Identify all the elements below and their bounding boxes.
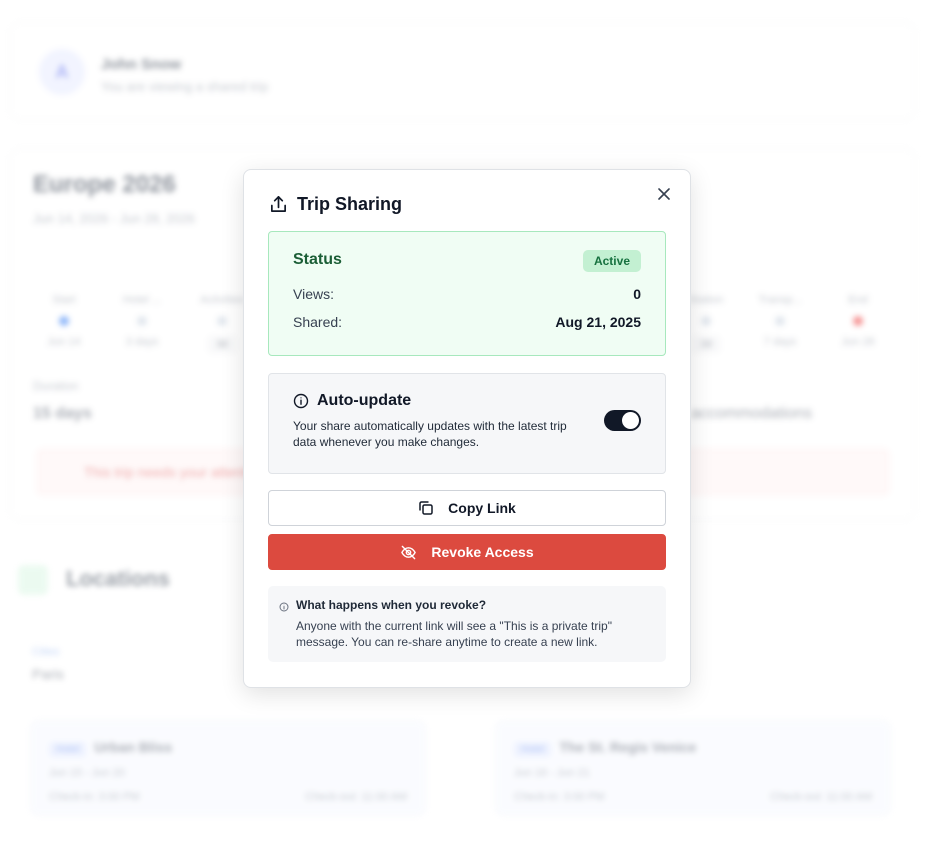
stay-checkout: Check-out: 11:00 AM bbox=[770, 791, 872, 803]
avatar: A bbox=[39, 49, 85, 95]
timeline-item: Start Jun 14 bbox=[29, 294, 99, 348]
auto-update-description: Your share automatically updates with th… bbox=[293, 419, 567, 449]
trip-sharing-modal: Trip Sharing Status Active Views: 0 Shar… bbox=[243, 169, 691, 688]
user-subtitle: You are viewing a shared trip bbox=[101, 79, 269, 94]
timeline-dot bbox=[701, 316, 711, 326]
revoke-info-panel: What happens when you revoke? Anyone wit… bbox=[268, 586, 666, 662]
modal-title: Trip Sharing bbox=[297, 194, 403, 214]
user-name: John Snow bbox=[101, 56, 181, 73]
revoke-access-button[interactable]: Revoke Access bbox=[268, 534, 666, 570]
views-value: 0 bbox=[633, 286, 641, 302]
stay-checkin: Check-in: 3:00 PM bbox=[514, 791, 605, 803]
timeline-dot bbox=[137, 316, 147, 326]
timeline-label: Transp... bbox=[758, 294, 802, 306]
timeline-sub: Jun 28 bbox=[841, 336, 875, 348]
auto-update-title: Auto-update bbox=[317, 392, 412, 409]
stay-card: Hotel Urban Bliss Jun 15 - Jun 20 Check-i… bbox=[30, 720, 426, 816]
status-badge: Active bbox=[582, 250, 641, 272]
locations-title: Locations bbox=[66, 566, 170, 591]
user-card: A John Snow You are viewing a shared tri… bbox=[10, 22, 915, 120]
revoke-info-title: What happens when you revoke? bbox=[296, 598, 487, 612]
stay-checkout: Check-out: 11:00 AM bbox=[305, 791, 407, 803]
timeline-item: Hotel ... 3 days bbox=[107, 294, 177, 348]
trip-dates: Jun 14, 2026 - Jun 28, 2026 bbox=[33, 211, 195, 226]
modal-header: Trip Sharing bbox=[269, 194, 402, 215]
copy-link-label: Copy Link bbox=[448, 500, 516, 516]
timeline-sub: 2d bbox=[692, 336, 720, 353]
timeline-dot bbox=[853, 316, 863, 326]
timeline-item: Transp... 7 days bbox=[745, 294, 815, 348]
city-label: Cities bbox=[32, 646, 60, 658]
shared-label: Shared: bbox=[293, 314, 343, 330]
timeline-sub: 7 days bbox=[763, 336, 797, 348]
timeline-sub: 3 days bbox=[125, 336, 159, 348]
shared-value: Aug 21, 2025 bbox=[555, 314, 641, 330]
stay-name: The St. Regis Venice bbox=[559, 739, 697, 755]
map-pin-icon bbox=[18, 565, 48, 595]
share-icon bbox=[270, 196, 287, 213]
eye-off-icon bbox=[401, 545, 417, 559]
stay-card: Hotel The St. Regis Venice Jun 16 - Jun 2… bbox=[495, 720, 891, 816]
close-button[interactable] bbox=[656, 186, 672, 202]
accommodations-text: accommodations bbox=[691, 405, 812, 422]
auto-update-toggle[interactable] bbox=[604, 410, 641, 431]
timeline-label: Start bbox=[52, 294, 76, 306]
auto-update-panel: Auto-update Your share automatically upd… bbox=[268, 373, 666, 474]
trip-title: Europe 2026 bbox=[33, 171, 176, 198]
status-panel: Status Active Views: 0 Shared: Aug 21, 2… bbox=[268, 231, 666, 356]
stay-tag: Hotel bbox=[514, 742, 552, 757]
revoke-access-label: Revoke Access bbox=[431, 544, 534, 560]
timeline-label: Hotel ... bbox=[123, 294, 161, 306]
copy-link-button[interactable]: Copy Link bbox=[268, 490, 666, 526]
stay-dates: Jun 15 - Jun 20 bbox=[49, 767, 125, 779]
stay-name: Urban Bliss bbox=[94, 739, 173, 755]
info-icon bbox=[279, 602, 289, 612]
toggle-knob bbox=[622, 412, 639, 429]
timeline-dot bbox=[217, 316, 227, 326]
city-name: Paris bbox=[32, 666, 64, 682]
status-title: Status bbox=[293, 251, 342, 268]
stay-tag: Hotel bbox=[49, 742, 87, 757]
revoke-info-text: Anyone with the current link will see a … bbox=[296, 619, 612, 649]
timeline-dot bbox=[775, 316, 785, 326]
info-icon bbox=[293, 393, 309, 409]
timeline-dot bbox=[59, 316, 69, 326]
views-label: Views: bbox=[293, 286, 334, 302]
shared-row: Shared: Aug 21, 2025 bbox=[293, 314, 641, 330]
timeline-sub: 3d bbox=[208, 336, 236, 353]
stay-checkin: Check-in: 3:00 PM bbox=[49, 791, 140, 803]
close-icon bbox=[658, 188, 670, 200]
duration-value: 15 days bbox=[33, 405, 92, 422]
timeline-item: End Jun 28 bbox=[823, 294, 893, 348]
views-row: Views: 0 bbox=[293, 286, 641, 302]
stay-dates: Jun 16 - Jun 21 bbox=[514, 767, 590, 779]
warning-text: This trip needs your attention bbox=[84, 464, 265, 480]
duration-label: Duration bbox=[33, 379, 79, 393]
copy-icon bbox=[419, 501, 433, 515]
timeline-sub: Jun 14 bbox=[47, 336, 81, 348]
timeline-label: End bbox=[848, 294, 868, 306]
auto-update-header: Auto-update bbox=[293, 392, 411, 410]
